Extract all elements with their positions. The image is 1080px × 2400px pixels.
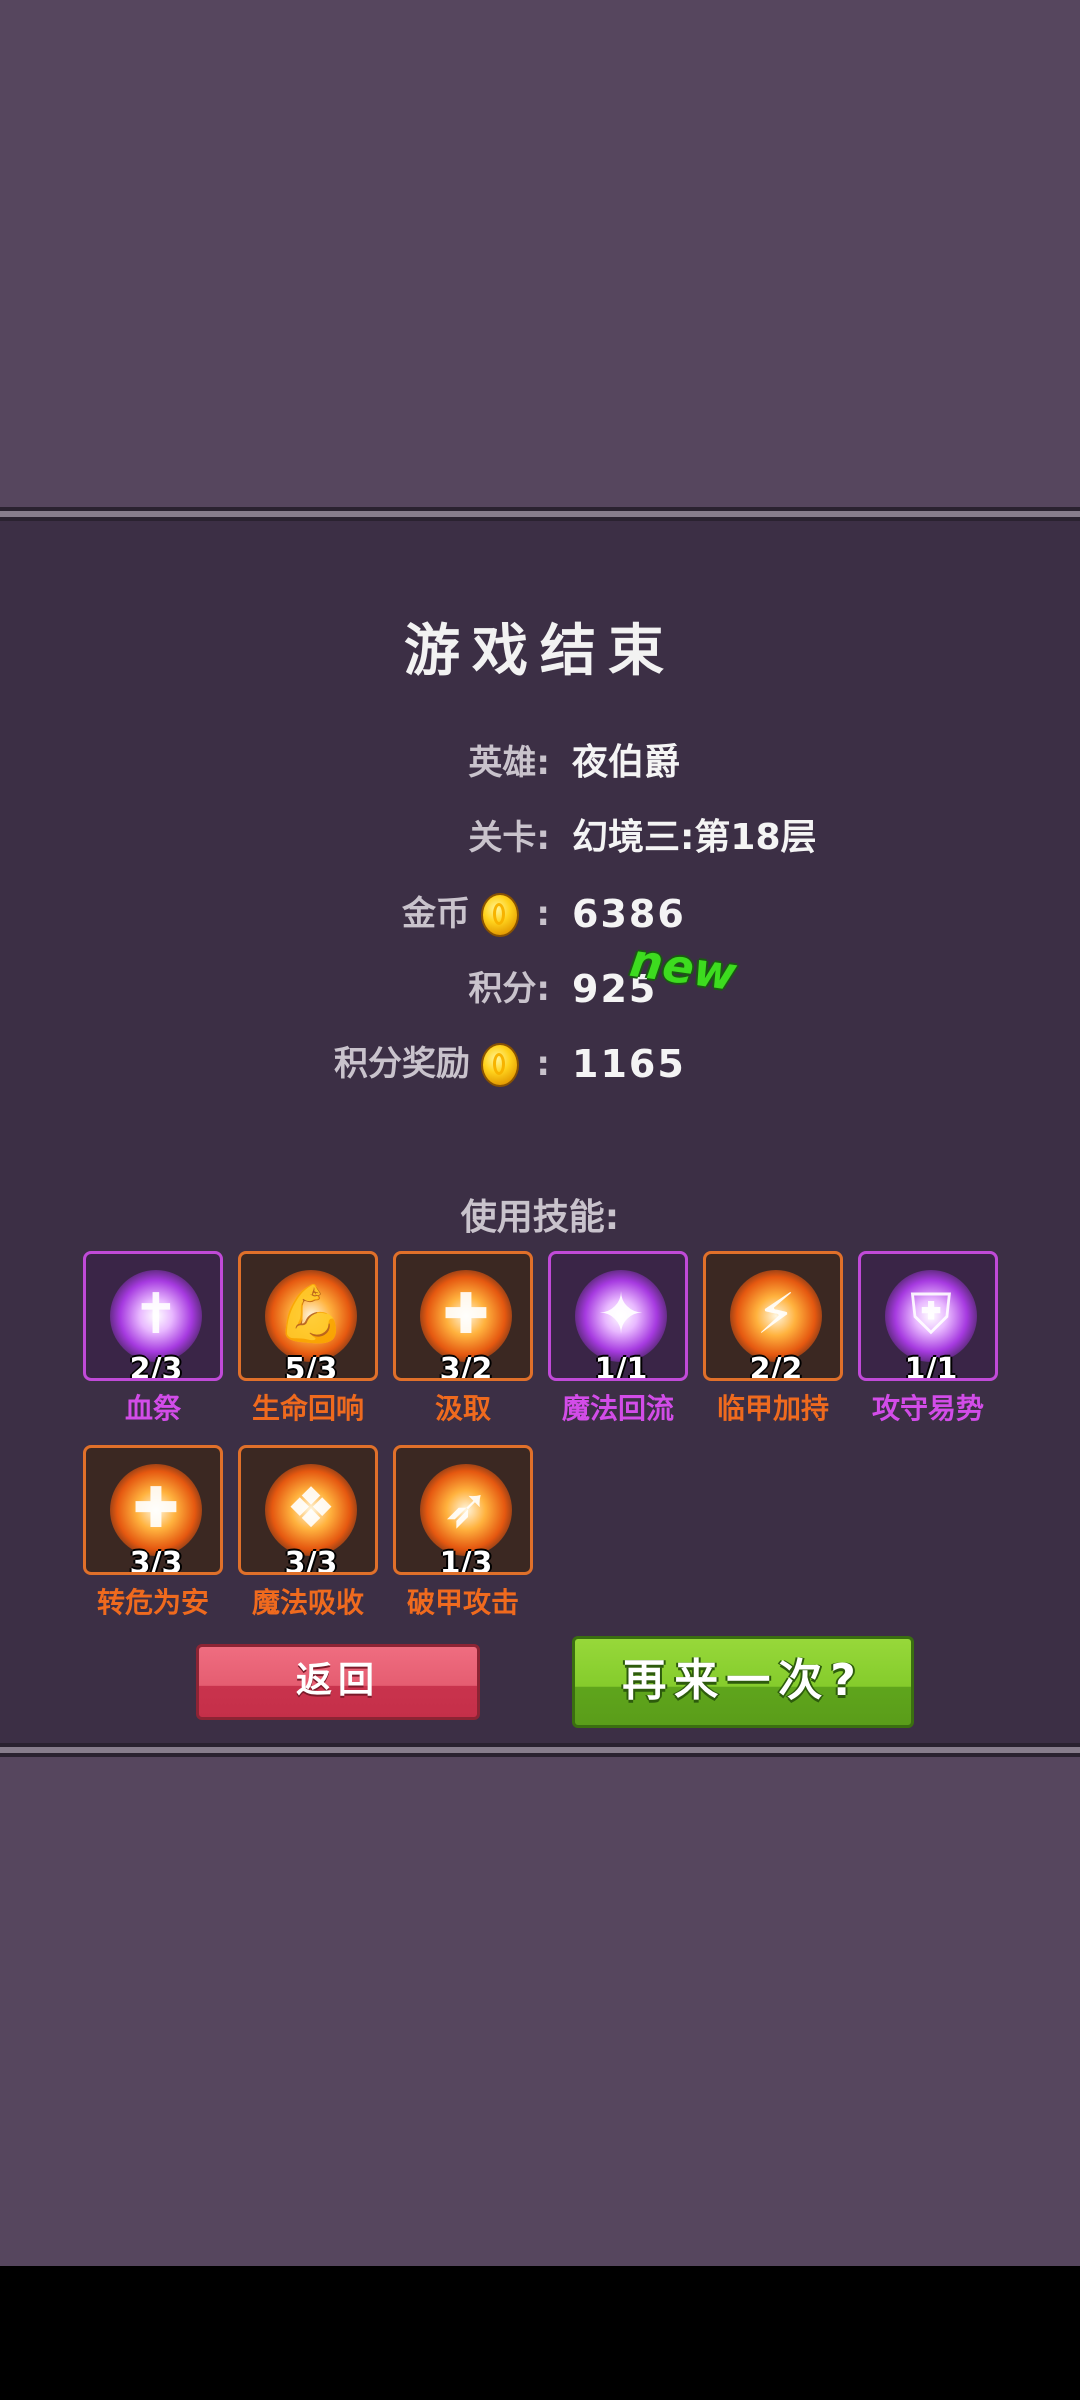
skill-icon-frame: ➶ 1/3 [393,1445,533,1575]
skill-icon-frame: ⚡ 2/2 [703,1251,843,1381]
panel-bottom-border [0,1743,1080,1757]
gold-row: 金币 : 6386 [0,884,1080,944]
skill-count: 3/3 [129,1546,183,1575]
skill-name: 魔法回流 [561,1392,674,1425]
skill-name: 生命回响 [251,1392,364,1425]
skill-icon-frame: 💪 5/3 [238,1251,378,1381]
skill-item[interactable]: 💪 5/3 生命回响 [238,1251,378,1431]
skill-count: 1/1 [594,1352,648,1381]
skill-item[interactable]: ⛨ 1/1 攻守易势 [858,1251,998,1431]
gold-label: 金币 [402,894,470,934]
skill-icon-frame: ✝ 2/3 [83,1251,223,1381]
hero-row: 英雄: 夜伯爵 [0,733,1080,793]
gold-colon: : [536,894,550,934]
skill-count: 5/3 [284,1352,338,1381]
skill-count: 2/2 [749,1352,803,1381]
skill-item[interactable]: ✝ 2/3 血祭 [83,1251,223,1431]
skill-count: 1/1 [904,1352,958,1381]
skill-count: 1/3 [439,1546,493,1575]
level-row: 关卡: 幻境三:第18层 [0,808,1080,868]
skill-icon-frame: ⛨ 1/1 [858,1251,998,1381]
back-button[interactable]: 返回 [196,1644,480,1720]
skill-icon-frame: ❖ 3/3 [238,1445,378,1575]
gold-coin-icon [481,893,519,937]
bonus-row: 积分奖励 : 1165 [0,1034,1080,1094]
score-label: 积分: [468,969,550,1009]
skill-item[interactable]: ⚡ 2/2 临甲加持 [703,1251,843,1431]
score-row: 积分: 925 [0,959,1080,1019]
bonus-value: 1165 [572,1042,686,1086]
skills-title: 使用技能: [460,1197,620,1238]
skill-icon-frame: ✚ 3/3 [83,1445,223,1575]
skill-item[interactable]: ❖ 3/3 魔法吸收 [238,1445,378,1625]
skill-count: 3/3 [284,1546,338,1575]
skill-count: 3/2 [439,1352,493,1381]
level-value: 幻境三:第18层 [572,817,817,858]
skill-item[interactable]: ✚ 3/3 转危为安 [83,1445,223,1625]
level-label: 关卡: [468,818,550,858]
play-again-button[interactable]: 再来一次? [572,1636,914,1728]
skill-item[interactable]: ✚ 3/2 汲取 [393,1251,533,1431]
skill-icon-frame: ✚ 3/2 [393,1251,533,1381]
skill-name: 转危为安 [96,1586,209,1619]
hero-label: 英雄: [468,743,550,783]
bonus-label: 积分奖励 [334,1044,470,1084]
skill-name: 攻守易势 [871,1392,984,1425]
bonus-colon: : [536,1044,550,1084]
skill-name: 破甲攻击 [406,1586,519,1619]
skill-name: 临甲加持 [716,1392,829,1425]
skill-name: 魔法吸收 [251,1586,364,1619]
bonus-coin-icon [481,1043,519,1087]
skill-item[interactable]: ✦ 1/1 魔法回流 [548,1251,688,1431]
skill-count: 2/3 [129,1352,183,1381]
panel-top-border [0,507,1080,521]
game-over-title: 游戏结束 [404,619,676,684]
skill-icon-frame: ✦ 1/1 [548,1251,688,1381]
navigation-bar [0,2266,1080,2400]
gold-value: 6386 [572,892,686,936]
skill-name: 血祭 [124,1392,181,1425]
skill-item[interactable]: ➶ 1/3 破甲攻击 [393,1445,533,1625]
hero-value: 夜伯爵 [572,742,681,783]
skill-name: 汲取 [434,1392,491,1425]
